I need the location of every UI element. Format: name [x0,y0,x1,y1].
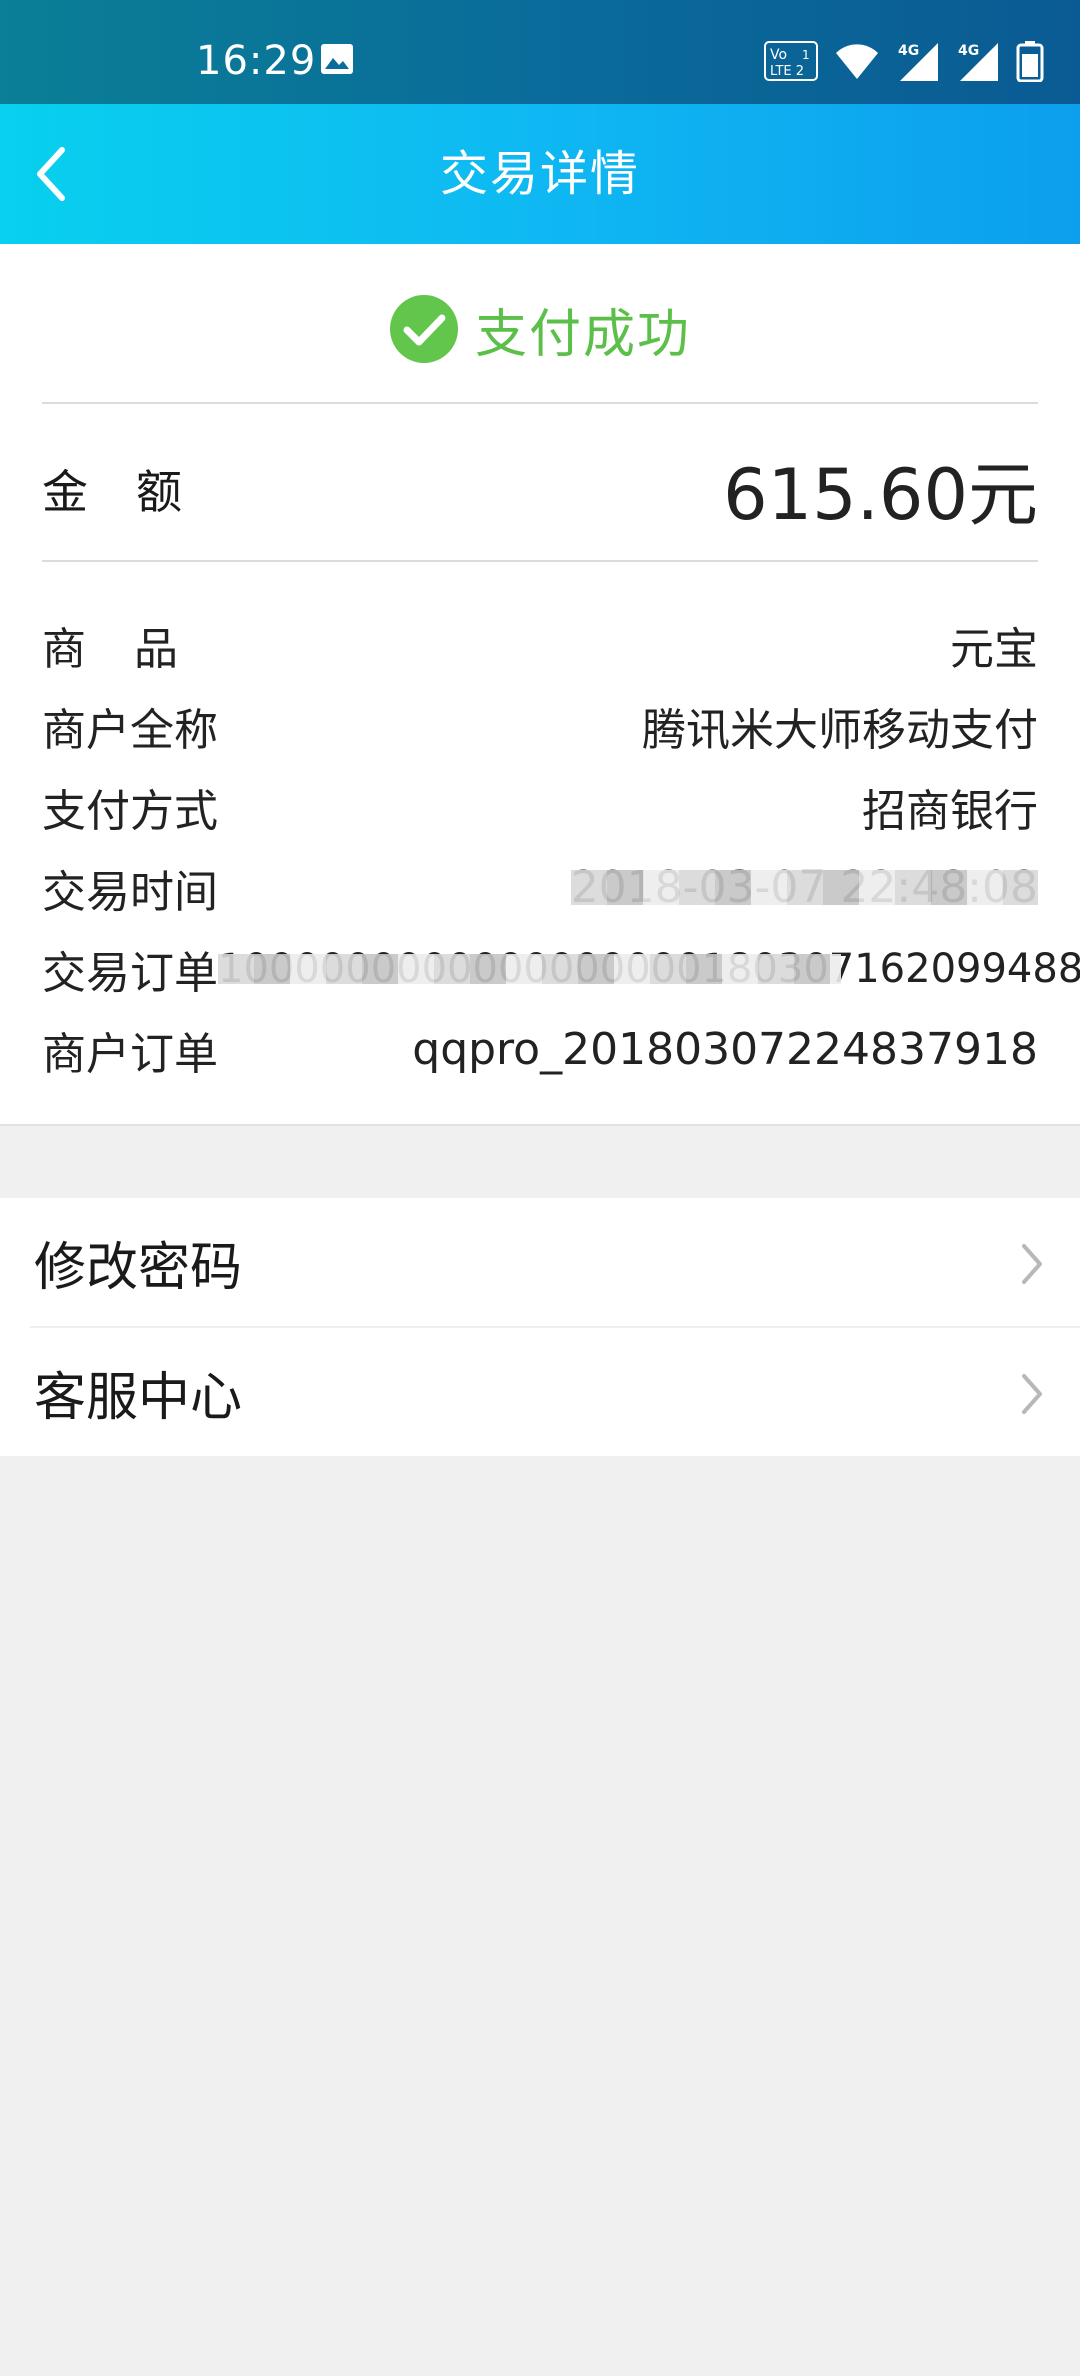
transaction-detail-card: 支付成功 金额 615.60元 商品 元宝 商户全称 腾讯米大师移动支付 支付方… [0,244,1080,1126]
menu-item-customer-service[interactable]: 客服中心 [30,1326,1080,1456]
chevron-right-icon [1022,1244,1042,1284]
detail-label: 支付方式 [42,785,218,837]
detail-label: 商户订单 [42,1028,218,1080]
svg-text:4G: 4G [898,43,919,59]
detail-label: 商品 [42,623,226,675]
check-circle-icon [389,295,458,363]
divider [42,402,1038,404]
detail-list: 商品 元宝 商户全称 腾讯米大师移动支付 支付方式 招商银行 交易时间 2018… [42,604,1080,1090]
payment-status-text: 支付成功 [474,304,691,365]
svg-text:Vo: Vo [770,47,787,63]
page-title: 交易详情 [439,146,640,202]
menu-item-change-password[interactable]: 修改密码 [0,1198,1080,1326]
detail-row-time: 交易时间 2018-03-07 22:48:08 [42,847,1038,928]
screen: 16:29 Vo LTE 2 1 4G 4G 交易详情 支付成功 金额 615.… [0,0,1080,2376]
detail-value-redacted: 2018-03-07 22:48:08 [570,862,1038,913]
detail-row-transaction-order: 交易订单 1000000000000000000180307162099488 [42,928,1080,1009]
detail-label: 商户全称 [42,704,218,756]
signal-4g-icon: 4G [958,43,998,81]
detail-value: qqpro_20180307224837918 [412,1024,1038,1075]
amount-label: 金额 [42,465,230,519]
battery-icon [1016,41,1044,82]
menu-item-label: 客服中心 [34,1367,243,1428]
menu-item-label: 修改密码 [34,1237,243,1298]
detail-value: 元宝 [950,623,1038,675]
wifi-icon [836,44,878,79]
detail-value: 招商银行 [862,785,1038,837]
signal-4g-icon: 4G [898,43,938,81]
detail-row-merchant-order: 商户订单 qqpro_20180307224837918 [42,1009,1038,1090]
detail-label: 交易时间 [42,866,218,918]
redaction-mask [570,870,1038,905]
chevron-right-icon [1022,1374,1042,1414]
volte-icon: Vo LTE 2 1 [764,41,818,81]
detail-row-payment-method: 支付方式 招商银行 [42,766,1038,847]
status-time: 16:29 [196,38,317,84]
detail-label: 交易订单 [42,947,218,999]
title-bar: 交易详情 [0,104,1080,244]
detail-value-redacted: 1000000000000000000180307162099488 [218,946,1080,992]
divider [42,560,1038,562]
gallery-icon [321,44,353,74]
amount-row: 金额 615.60元 [42,414,1038,564]
svg-text:LTE 2: LTE 2 [770,64,804,79]
detail-row-product: 商品 元宝 [42,604,1038,685]
settings-menu: 修改密码 客服中心 [0,1198,1080,1456]
amount-value: 615.60元 [723,453,1038,536]
svg-text:4G: 4G [958,43,979,59]
redaction-mask [218,953,842,984]
detail-value: 腾讯米大师移动支付 [642,704,1038,756]
payment-status: 支付成功 [0,284,1080,374]
status-bar: 16:29 Vo LTE 2 1 4G 4G [0,0,1080,104]
status-icons: Vo LTE 2 1 4G 4G [764,36,1044,86]
detail-row-merchant-name: 商户全称 腾讯米大师移动支付 [42,685,1038,766]
svg-text:1: 1 [802,48,810,62]
